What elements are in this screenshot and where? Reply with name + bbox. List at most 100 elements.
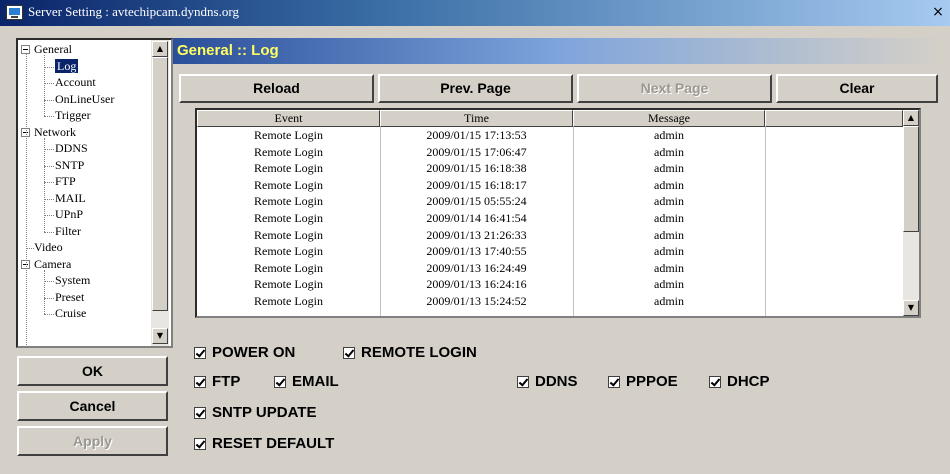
tree-connector (26, 53, 27, 346)
table-row[interactable]: Remote Login 2009/01/13 16:24:16 admin (197, 277, 903, 291)
settings-tree[interactable]: General Log Account OnLineUser Trigger Networ… (16, 38, 173, 348)
time-cell: 2009/01/13 21:26:33 (426, 227, 527, 242)
checkbox-checked-icon (194, 407, 206, 419)
message-cell: admin (654, 161, 684, 176)
tree-item-video[interactable]: Video (34, 240, 63, 256)
checkbox-checked-icon (517, 376, 529, 388)
time-cell: 2009/01/15 16:18:17 (426, 177, 527, 192)
tree-connector (44, 281, 54, 282)
time-cell: 2009/01/13 17:40:55 (426, 244, 527, 259)
next-page-button[interactable]: Next Page (577, 74, 772, 103)
tree-item-ddns[interactable]: DDNS (55, 141, 88, 157)
ok-button[interactable]: OK (17, 356, 168, 386)
column-header-message[interactable]: Message (573, 110, 765, 127)
table-row[interactable]: Remote Login 2009/01/13 17:40:55 admin (197, 244, 903, 258)
reload-button[interactable]: Reload (179, 74, 374, 103)
tree-item-cruise[interactable]: Cruise (55, 306, 86, 322)
tree-scrollbar[interactable]: ▲ ▼ (151, 40, 169, 346)
event-cell: Remote Login (254, 128, 323, 142)
tree-item-system[interactable]: System (55, 273, 90, 289)
tree-item-onlineuser[interactable]: OnLineUser (55, 92, 114, 108)
title-bar: Server Setting : avtechipcam.dyndns.org … (0, 0, 950, 26)
tree-connector (44, 83, 54, 84)
clear-button[interactable]: Clear (776, 74, 938, 103)
tree-item-sntp[interactable]: SNTP (55, 158, 84, 174)
event-cell: Remote Login (254, 194, 323, 209)
table-row[interactable]: Remote Login 2009/01/14 16:41:54 admin (197, 211, 903, 225)
tree-connector (44, 55, 45, 116)
message-cell: admin (654, 294, 684, 308)
column-header-time[interactable]: Time (380, 110, 573, 127)
scroll-down-icon[interactable]: ▼ (903, 300, 919, 316)
message-cell: admin (654, 260, 684, 275)
scroll-up-icon[interactable]: ▲ (903, 110, 919, 126)
tree-connector (44, 182, 54, 183)
message-cell: admin (654, 144, 684, 159)
tree-connector (44, 198, 54, 200)
table-row[interactable]: Remote Login 2009/01/15 16:18:17 admin (197, 178, 903, 192)
message-cell: admin (654, 194, 684, 209)
log-table[interactable]: Event Time Message Remote Login 2009/01/1… (195, 108, 921, 318)
log-scrollbar[interactable]: ▲ ▼ (903, 110, 919, 316)
event-cell: Remote Login (254, 211, 323, 225)
event-cell: Remote Login (254, 244, 323, 259)
checkbox-checked-icon (194, 347, 206, 359)
event-cell: Remote Login (254, 227, 323, 242)
tree-connector (44, 215, 54, 216)
message-cell: admin (654, 227, 684, 242)
time-cell: 2009/01/14 16:41:54 (426, 211, 527, 225)
tree-connector (44, 99, 54, 101)
table-row[interactable]: Remote Login 2009/01/15 16:18:38 admin (197, 161, 903, 175)
table-row[interactable]: Remote Login 2009/01/15 05:55:24 admin (197, 194, 903, 208)
event-cell: Remote Login (254, 177, 323, 192)
tree-item-mail[interactable]: MAIL (55, 191, 86, 207)
event-cell: Remote Login (254, 144, 323, 159)
apply-button[interactable]: Apply (17, 426, 168, 456)
tree-item-account[interactable]: Account (55, 75, 96, 91)
checkbox-checked-icon (194, 376, 206, 388)
event-cell: Remote Login (254, 161, 323, 176)
message-cell: admin (654, 244, 684, 259)
tree-connector (44, 137, 45, 232)
tree-item-network[interactable]: Network (34, 125, 76, 141)
message-cell: admin (654, 211, 684, 225)
checkbox-checked-icon (608, 376, 620, 388)
time-cell: 2009/01/15 05:55:24 (426, 194, 527, 209)
time-cell: 2009/01/15 17:06:47 (426, 144, 527, 159)
scroll-thumb[interactable] (152, 57, 168, 311)
checkbox-checked-icon (274, 376, 286, 388)
tree-connector (44, 297, 54, 299)
tree-item-filter[interactable]: Filter (55, 224, 81, 240)
tree-connector (44, 149, 54, 150)
table-row[interactable]: Remote Login 2009/01/15 17:06:47 admin (197, 145, 903, 159)
scroll-up-icon[interactable]: ▲ (152, 41, 168, 57)
app-icon (6, 5, 23, 20)
section-title: General :: Log (177, 42, 279, 59)
tree-item-log[interactable]: Log (55, 58, 79, 75)
table-row[interactable]: Remote Login 2009/01/15 17:13:53 admin (197, 128, 903, 142)
table-row[interactable]: Remote Login 2009/01/13 16:24:49 admin (197, 261, 903, 275)
scroll-down-icon[interactable]: ▼ (152, 328, 168, 344)
tree-item-general[interactable]: General (34, 42, 72, 58)
tree-connector (44, 269, 45, 314)
table-row[interactable]: Remote Login 2009/01/13 15:24:52 admin (197, 294, 903, 308)
section-header: General :: Log (173, 38, 943, 64)
column-header-event[interactable]: Event (197, 110, 380, 127)
column-header-blank[interactable] (765, 110, 903, 127)
event-cell: Remote Login (254, 260, 323, 275)
window-title: Server Setting : avtechipcam.dyndns.org (28, 4, 239, 19)
tree-connector (44, 165, 54, 167)
time-cell: 2009/01/13 16:24:49 (426, 260, 527, 275)
close-icon[interactable]: × (930, 3, 946, 21)
prev-page-button[interactable]: Prev. Page (378, 74, 573, 103)
tree-item-camera[interactable]: Camera (34, 257, 71, 273)
cancel-button[interactable]: Cancel (17, 391, 168, 421)
tree-connector (44, 231, 54, 233)
table-row[interactable]: Remote Login 2009/01/13 21:26:33 admin (197, 228, 903, 242)
tree-item-upnp[interactable]: UPnP (55, 207, 83, 223)
tree-item-preset[interactable]: Preset (55, 290, 84, 306)
tree-item-ftp[interactable]: FTP (55, 174, 76, 190)
message-cell: admin (654, 128, 684, 142)
tree-item-trigger[interactable]: Trigger (55, 108, 91, 124)
scroll-thumb[interactable] (903, 126, 919, 232)
